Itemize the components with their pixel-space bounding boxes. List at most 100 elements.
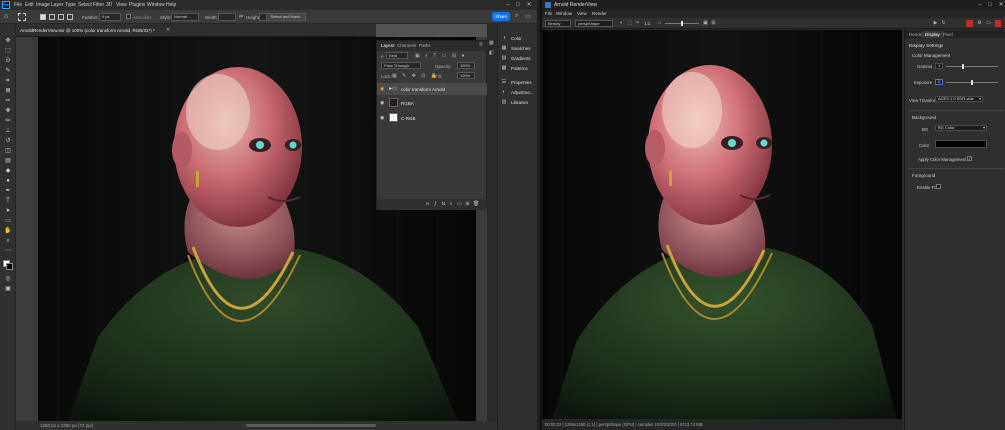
workspace-icon[interactable]: ▭	[525, 13, 531, 20]
share-button[interactable]: Share	[492, 12, 510, 21]
minimize-icon[interactable]: –	[504, 1, 512, 9]
eyedropper-icon[interactable]: ✑	[4, 98, 12, 104]
link-icon[interactable]: ∞	[425, 201, 430, 207]
minimize-icon[interactable]: –	[976, 1, 984, 9]
healing-icon[interactable]: ✚	[4, 108, 12, 114]
gamma-slider[interactable]	[946, 66, 998, 67]
group-icon[interactable]: ▭	[457, 201, 462, 207]
style-select[interactable]: Normal	[171, 13, 199, 21]
path-select-icon[interactable]: ➤	[4, 208, 12, 214]
close-icon[interactable]: ✕	[525, 1, 533, 9]
layout-icon[interactable]: ▭	[985, 20, 992, 27]
storage-icon[interactable]: ⊞	[710, 20, 717, 27]
gamma-slider-knob[interactable]	[962, 64, 964, 69]
trash-icon[interactable]: 🗑	[473, 201, 479, 207]
close-icon[interactable]: ✕	[997, 1, 1005, 9]
crop-icon[interactable]: ⌗	[4, 78, 12, 84]
maximize-icon[interactable]: □	[514, 1, 522, 9]
enable-fg-checkbox[interactable]	[936, 184, 941, 189]
pen-icon[interactable]: ✒	[4, 188, 12, 194]
side-panel-color[interactable]: ◑ Color	[501, 34, 537, 43]
arv-menu-render[interactable]: Render	[592, 11, 607, 16]
visibility-eye-icon[interactable]: ◉	[380, 100, 386, 106]
layer-row[interactable]: ◉ ▸▭ color transform Arnold	[377, 83, 488, 95]
menu-file[interactable]: File	[14, 2, 22, 8]
new-selection-icon[interactable]	[40, 14, 46, 20]
blend-mode-select[interactable]: Pass Through	[381, 62, 421, 69]
layer-row[interactable]: ◉ RGBA	[377, 96, 488, 110]
menu-edit[interactable]: Edit	[25, 2, 34, 8]
panel-menu-icon[interactable]: ≡	[479, 42, 483, 48]
apply-color-management-checkbox[interactable]: ✓	[967, 156, 972, 161]
blur-icon[interactable]: ◆	[4, 168, 12, 174]
subtract-selection-icon[interactable]	[58, 14, 64, 20]
bg-color-swatch[interactable]	[935, 140, 987, 148]
menu-image[interactable]: Image	[36, 2, 50, 8]
menu-select[interactable]: Select	[78, 2, 92, 8]
marquee-icon[interactable]: ⬚	[4, 48, 12, 54]
more-tools-icon[interactable]: ⋯	[4, 248, 12, 254]
horizontal-scrollbar[interactable]	[246, 424, 376, 427]
tab-paths[interactable]: Paths	[419, 43, 431, 48]
camera-select[interactable]: perspShape	[575, 20, 613, 27]
aov-select[interactable]: Beauty	[545, 20, 571, 27]
type-icon[interactable]: T	[4, 198, 12, 204]
fill-input[interactable]: 100%	[457, 72, 475, 79]
tab-pixel[interactable]: Pixel	[939, 31, 957, 38]
exposure-icon[interactable]: ☼	[656, 20, 663, 27]
side-panel-properties[interactable]: ☰ Properties	[501, 78, 537, 87]
menu-view[interactable]: View	[116, 2, 127, 8]
kind-filter-select[interactable]: Kind	[386, 52, 408, 59]
menu-type[interactable]: Type	[65, 2, 76, 8]
new-layer-icon[interactable]: ⊞	[465, 201, 470, 207]
exposure-panel-slider-knob[interactable]	[971, 80, 973, 85]
lock-icons[interactable]: ▦ ✎ ✥ ⊡ 🔒	[392, 73, 439, 79]
feather-input[interactable]: 0 px	[99, 13, 121, 21]
search-icon[interactable]: ⌕	[515, 13, 518, 20]
menu-layer[interactable]: Layer	[51, 2, 64, 8]
side-panel-libraries[interactable]: ▥ Libraries	[501, 98, 537, 107]
history-brush-icon[interactable]: ↺	[4, 138, 12, 144]
quick-select-icon[interactable]: ✎	[4, 68, 12, 74]
settings-icon[interactable]: ⚙	[976, 20, 983, 27]
mask-icon[interactable]: ◘	[441, 201, 446, 207]
quick-mask-icon[interactable]: ◎	[4, 276, 12, 282]
hand-icon[interactable]: ✋	[4, 228, 12, 234]
menu-plugins[interactable]: Plugins	[129, 2, 145, 8]
menu-help[interactable]: Help	[166, 2, 176, 8]
visibility-eye-icon[interactable]: ◉	[380, 86, 386, 92]
home-icon[interactable]: ⌂	[4, 13, 8, 20]
exposure-input[interactable]: 0	[935, 79, 943, 85]
select-and-mask-button[interactable]: Select and Mask...	[266, 13, 306, 21]
arv-menu-file[interactable]: File	[545, 11, 552, 16]
side-panel-gradients[interactable]: ▤ Gradients	[501, 54, 537, 63]
background-color-swatch[interactable]	[6, 263, 13, 270]
side-panel-adjustments[interactable]: ◐ Adjustme...	[501, 88, 537, 97]
menu-filter[interactable]: Filter	[93, 2, 104, 8]
arv-menu-window[interactable]: Window	[556, 11, 572, 16]
stop-render-button[interactable]	[966, 20, 973, 27]
opacity-input[interactable]: 100%	[457, 62, 475, 69]
shape-icon[interactable]: ▭	[4, 218, 12, 224]
exposure-slider-knob[interactable]	[681, 21, 683, 26]
view-transform-select[interactable]: ACES 1.0 SDR-vide	[935, 96, 983, 102]
tab-layers[interactable]: Layers	[381, 43, 395, 48]
maximize-icon[interactable]: □	[986, 1, 994, 9]
refresh-icon[interactable]: ↻	[940, 20, 947, 27]
document-tab[interactable]: ArnoldRenderView.exr @ 100% (color trans…	[16, 24, 376, 37]
gradient-icon[interactable]: ▤	[4, 158, 12, 164]
tab-channels[interactable]: Channels	[397, 43, 416, 48]
eraser-icon[interactable]: ◫	[4, 148, 12, 154]
width-input[interactable]	[218, 13, 236, 21]
brush-icon[interactable]: ✏	[4, 118, 12, 124]
play-icon[interactable]: ▶	[932, 20, 939, 27]
rgb-icon[interactable]: ◐	[618, 20, 625, 27]
intersect-selection-icon[interactable]	[67, 14, 73, 20]
panel-icon[interactable]: ◧	[489, 50, 494, 56]
antialias-checkbox[interactable]	[126, 14, 131, 19]
stamp-icon[interactable]: ⊥	[4, 128, 12, 134]
add-selection-icon[interactable]	[49, 14, 55, 20]
filter-icons[interactable]: ▣ ◐ T ▭ ⊞ ●	[415, 53, 467, 59]
zoom-icon[interactable]: ⌕	[4, 238, 12, 244]
panel-icon[interactable]: ▦	[489, 40, 494, 46]
